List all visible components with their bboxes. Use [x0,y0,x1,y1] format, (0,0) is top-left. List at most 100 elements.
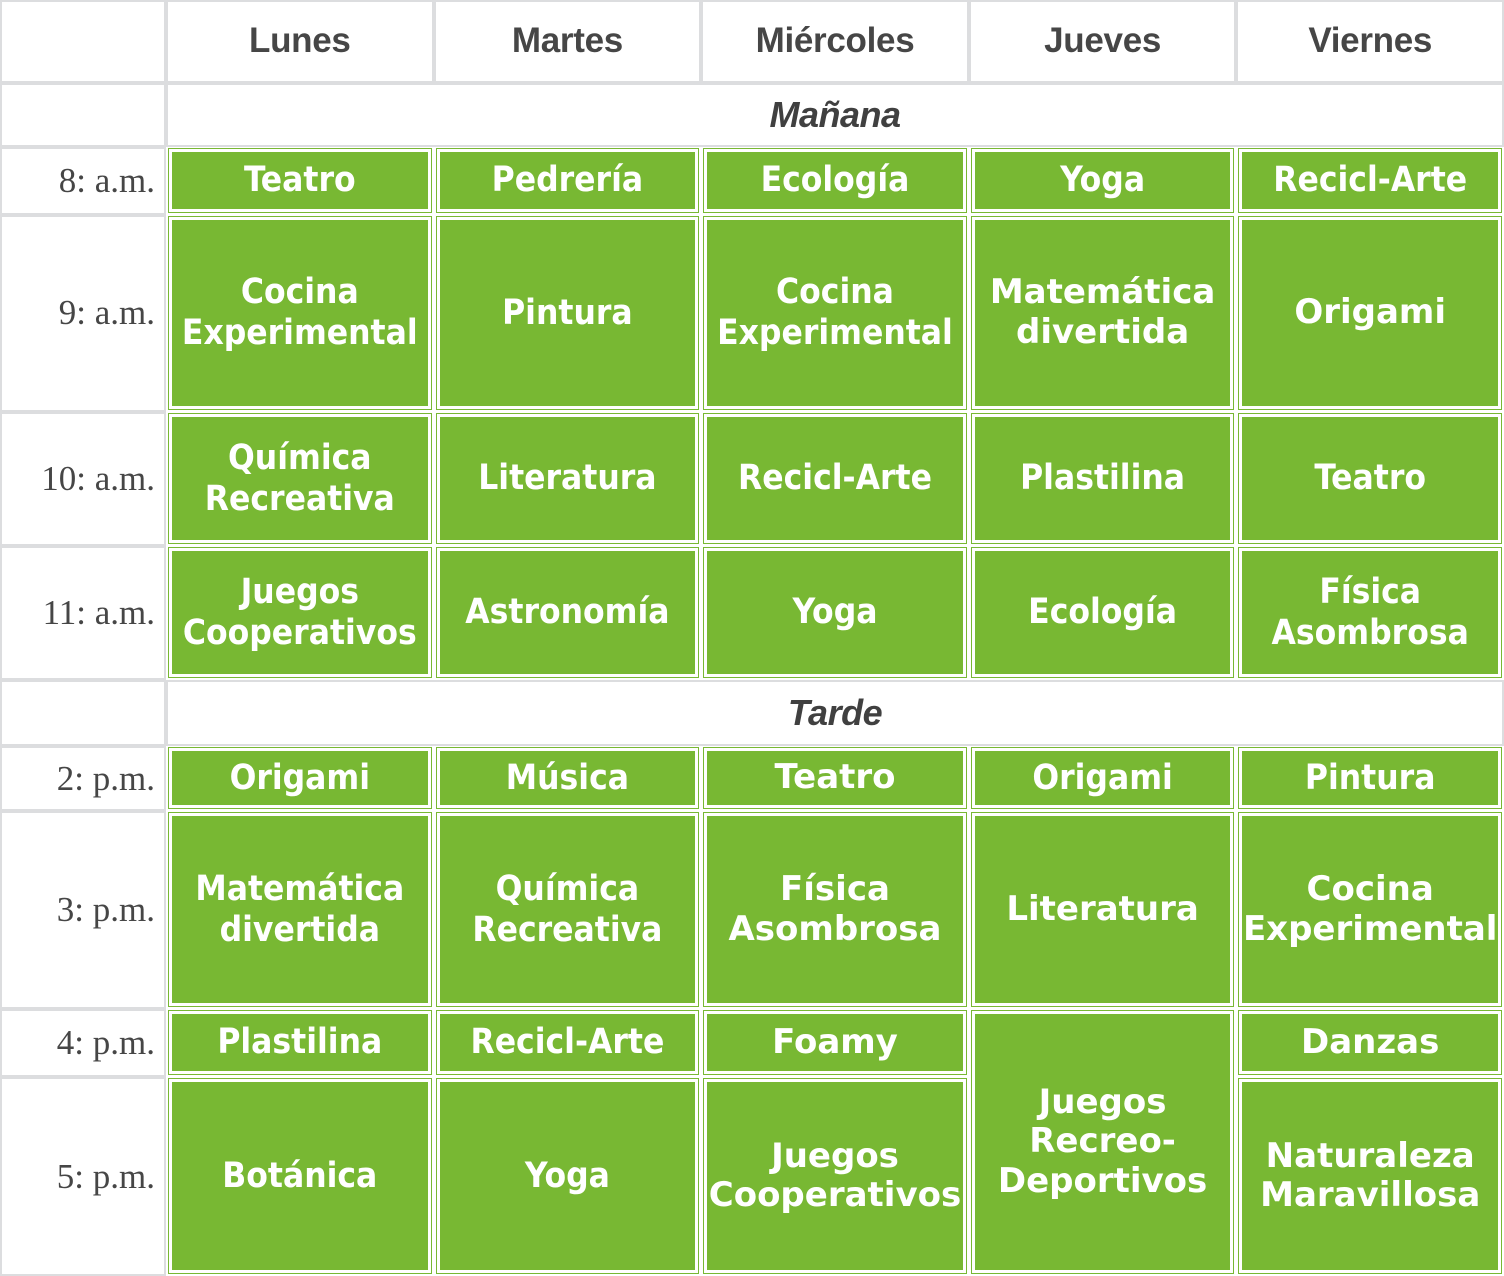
cell-8am-viernes[interactable]: Recicl-Arte [1236,147,1504,215]
time-label-11am: 11: a.m. [0,546,166,681]
activity-label: Recicl-Arte [738,458,932,499]
band-label-afternoon: Tarde [787,692,883,734]
activity-label: Juegos Cooperativos [182,572,417,653]
day-header-lunes: Lunes [166,0,434,83]
cell-9am-viernes[interactable]: Origami [1236,214,1504,413]
activity-label: Juegos Recreo-Deportivos [997,1081,1208,1201]
activity-label: Teatro [1314,458,1427,499]
time-label-2pm: 2: p.m. [0,745,166,812]
activity-label: Química Recreativa [472,868,663,950]
day-header-miercoles: Miércoles [701,0,969,83]
activity-label: Literatura [1006,888,1199,929]
cell-2pm-viernes[interactable]: Pintura [1236,745,1504,812]
band-row-morning: Mañana [0,82,1504,148]
cell-5pm-miercoles[interactable]: Juegos Cooperativos [701,1077,969,1276]
schedule-row-2pm: 2: p.m. Origami Música Teatro Origami Pi… [0,745,1504,812]
cell-3pm-lunes[interactable]: Matemática divertida [166,811,434,1009]
activity-label: Recicl-Arte [470,1022,665,1063]
schedule-grid: Lunes Martes Miércoles Jueves Viernes Ma… [0,0,1504,1276]
activity-label: Origami [1294,292,1447,333]
cell-9am-lunes[interactable]: Cocina Experimental [166,214,434,413]
cell-5pm-martes[interactable]: Yoga [433,1077,702,1276]
cell-10am-jueves[interactable]: Plastilina [968,412,1237,547]
band-label-morning: Mañana [769,93,901,135]
time-label-8am: 8: a.m. [0,147,166,215]
cell-2pm-miercoles[interactable]: Teatro [701,745,969,812]
day-header-jueves: Jueves [968,0,1237,83]
cell-10am-viernes[interactable]: Teatro [1236,412,1504,547]
activity-label: Ecología [1028,592,1177,633]
activity-label: Cocina Experimental [717,272,953,353]
activity-label: Danzas [1301,1021,1440,1062]
cell-5pm-lunes[interactable]: Botánica [166,1077,434,1276]
cell-4pm-5pm-jueves-merged[interactable]: Juegos Recreo-Deportivos [968,1008,1237,1276]
activity-label: Matemática divertida [989,272,1216,352]
cell-8am-martes[interactable]: Pedrería [433,147,702,215]
schedule-row-4pm: 4: p.m. Plastilina Recicl-Arte Foamy Jue… [0,1008,1504,1276]
activity-label: Pintura [502,292,633,333]
activity-label: Cocina Experimental [1242,869,1498,949]
cell-11am-jueves[interactable]: Ecología [968,546,1237,681]
activity-label: Teatro [774,757,896,798]
activity-label: Física Asombrosa [728,869,942,949]
activity-label: Origami [229,757,371,798]
cell-4pm-miercoles[interactable]: Foamy [701,1008,969,1078]
activity-label: Naturaleza Maravillosa [1260,1135,1481,1216]
cell-8am-lunes[interactable]: Teatro [166,147,434,215]
schedule-row-5pm: 5: p.m. Botánica Yoga Juegos Cooperativo… [0,1077,1504,1276]
weekly-schedule-table: Lunes Martes Miércoles Jueves Viernes Ma… [0,0,1504,1276]
cell-2pm-jueves[interactable]: Origami [968,745,1237,812]
activity-label: Yoga [524,1155,610,1196]
activity-label: Pintura [1304,757,1436,798]
activity-label: Yoga [792,592,878,633]
activity-label: Teatro [243,160,356,201]
activity-label: Yoga [1060,160,1146,201]
band-label-morning-cell: Mañana [166,82,1504,148]
time-label-3pm: 3: p.m. [0,811,166,1009]
time-label-9am: 9: a.m. [0,214,166,413]
cell-9am-jueves[interactable]: Matemática divertida [968,214,1237,413]
activity-label: Matemática divertida [195,868,405,950]
cell-3pm-jueves[interactable]: Literatura [968,811,1237,1009]
activity-label: Juegos Cooperativos [708,1135,962,1216]
cell-11am-viernes[interactable]: Física Asombrosa [1236,546,1504,681]
schedule-row-3pm: 3: p.m. Matemática divertida Química Rec… [0,811,1504,1009]
activity-label: Pedrería [491,160,644,201]
band-row-afternoon-spacer [0,680,166,746]
cell-2pm-martes[interactable]: Música [433,745,702,812]
cell-9am-miercoles[interactable]: Cocina Experimental [701,214,969,413]
schedule-row-8am: 8: a.m. Teatro Pedrería Ecología Yoga Re… [0,147,1504,215]
cell-4pm-martes[interactable]: Recicl-Arte [433,1008,702,1078]
schedule-row-10am: 10: a.m. Química Recreativa Literatura R… [0,412,1504,547]
cell-3pm-miercoles[interactable]: Física Asombrosa [701,811,969,1009]
cell-4pm-viernes[interactable]: Danzas [1236,1008,1504,1078]
header-row: Lunes Martes Miércoles Jueves Viernes [0,0,1504,83]
cell-11am-martes[interactable]: Astronomía [433,546,702,681]
activity-label: Foamy [772,1021,898,1062]
cell-3pm-martes[interactable]: Química Recreativa [433,811,702,1009]
corner-cell [0,0,166,83]
cell-8am-miercoles[interactable]: Ecología [701,147,969,215]
band-row-morning-spacer [0,82,166,148]
cell-11am-lunes[interactable]: Juegos Cooperativos [166,546,434,681]
activity-label: Origami [1032,757,1173,798]
cell-5pm-viernes[interactable]: Naturaleza Maravillosa [1236,1077,1504,1276]
activity-label: Física Asombrosa [1271,572,1469,653]
cell-3pm-viernes[interactable]: Cocina Experimental [1236,811,1504,1009]
activity-label: Recicl-Arte [1273,160,1468,201]
cell-10am-martes[interactable]: Literatura [433,412,702,547]
activity-label: Música [505,757,629,798]
activity-label: Botánica [222,1155,378,1196]
time-label-5pm: 5: p.m. [0,1077,166,1276]
activity-label: Cocina Experimental [181,272,418,353]
cell-10am-miercoles[interactable]: Recicl-Arte [701,412,969,547]
day-header-martes: Martes [433,0,702,83]
cell-8am-jueves[interactable]: Yoga [968,147,1237,215]
cell-11am-miercoles[interactable]: Yoga [701,546,969,681]
cell-2pm-lunes[interactable]: Origami [166,745,434,812]
day-header-viernes: Viernes [1236,0,1504,83]
cell-9am-martes[interactable]: Pintura [433,214,702,413]
cell-4pm-lunes[interactable]: Plastilina [166,1008,434,1078]
activity-label: Astronomía [465,592,670,633]
cell-10am-lunes[interactable]: Química Recreativa [166,412,434,547]
